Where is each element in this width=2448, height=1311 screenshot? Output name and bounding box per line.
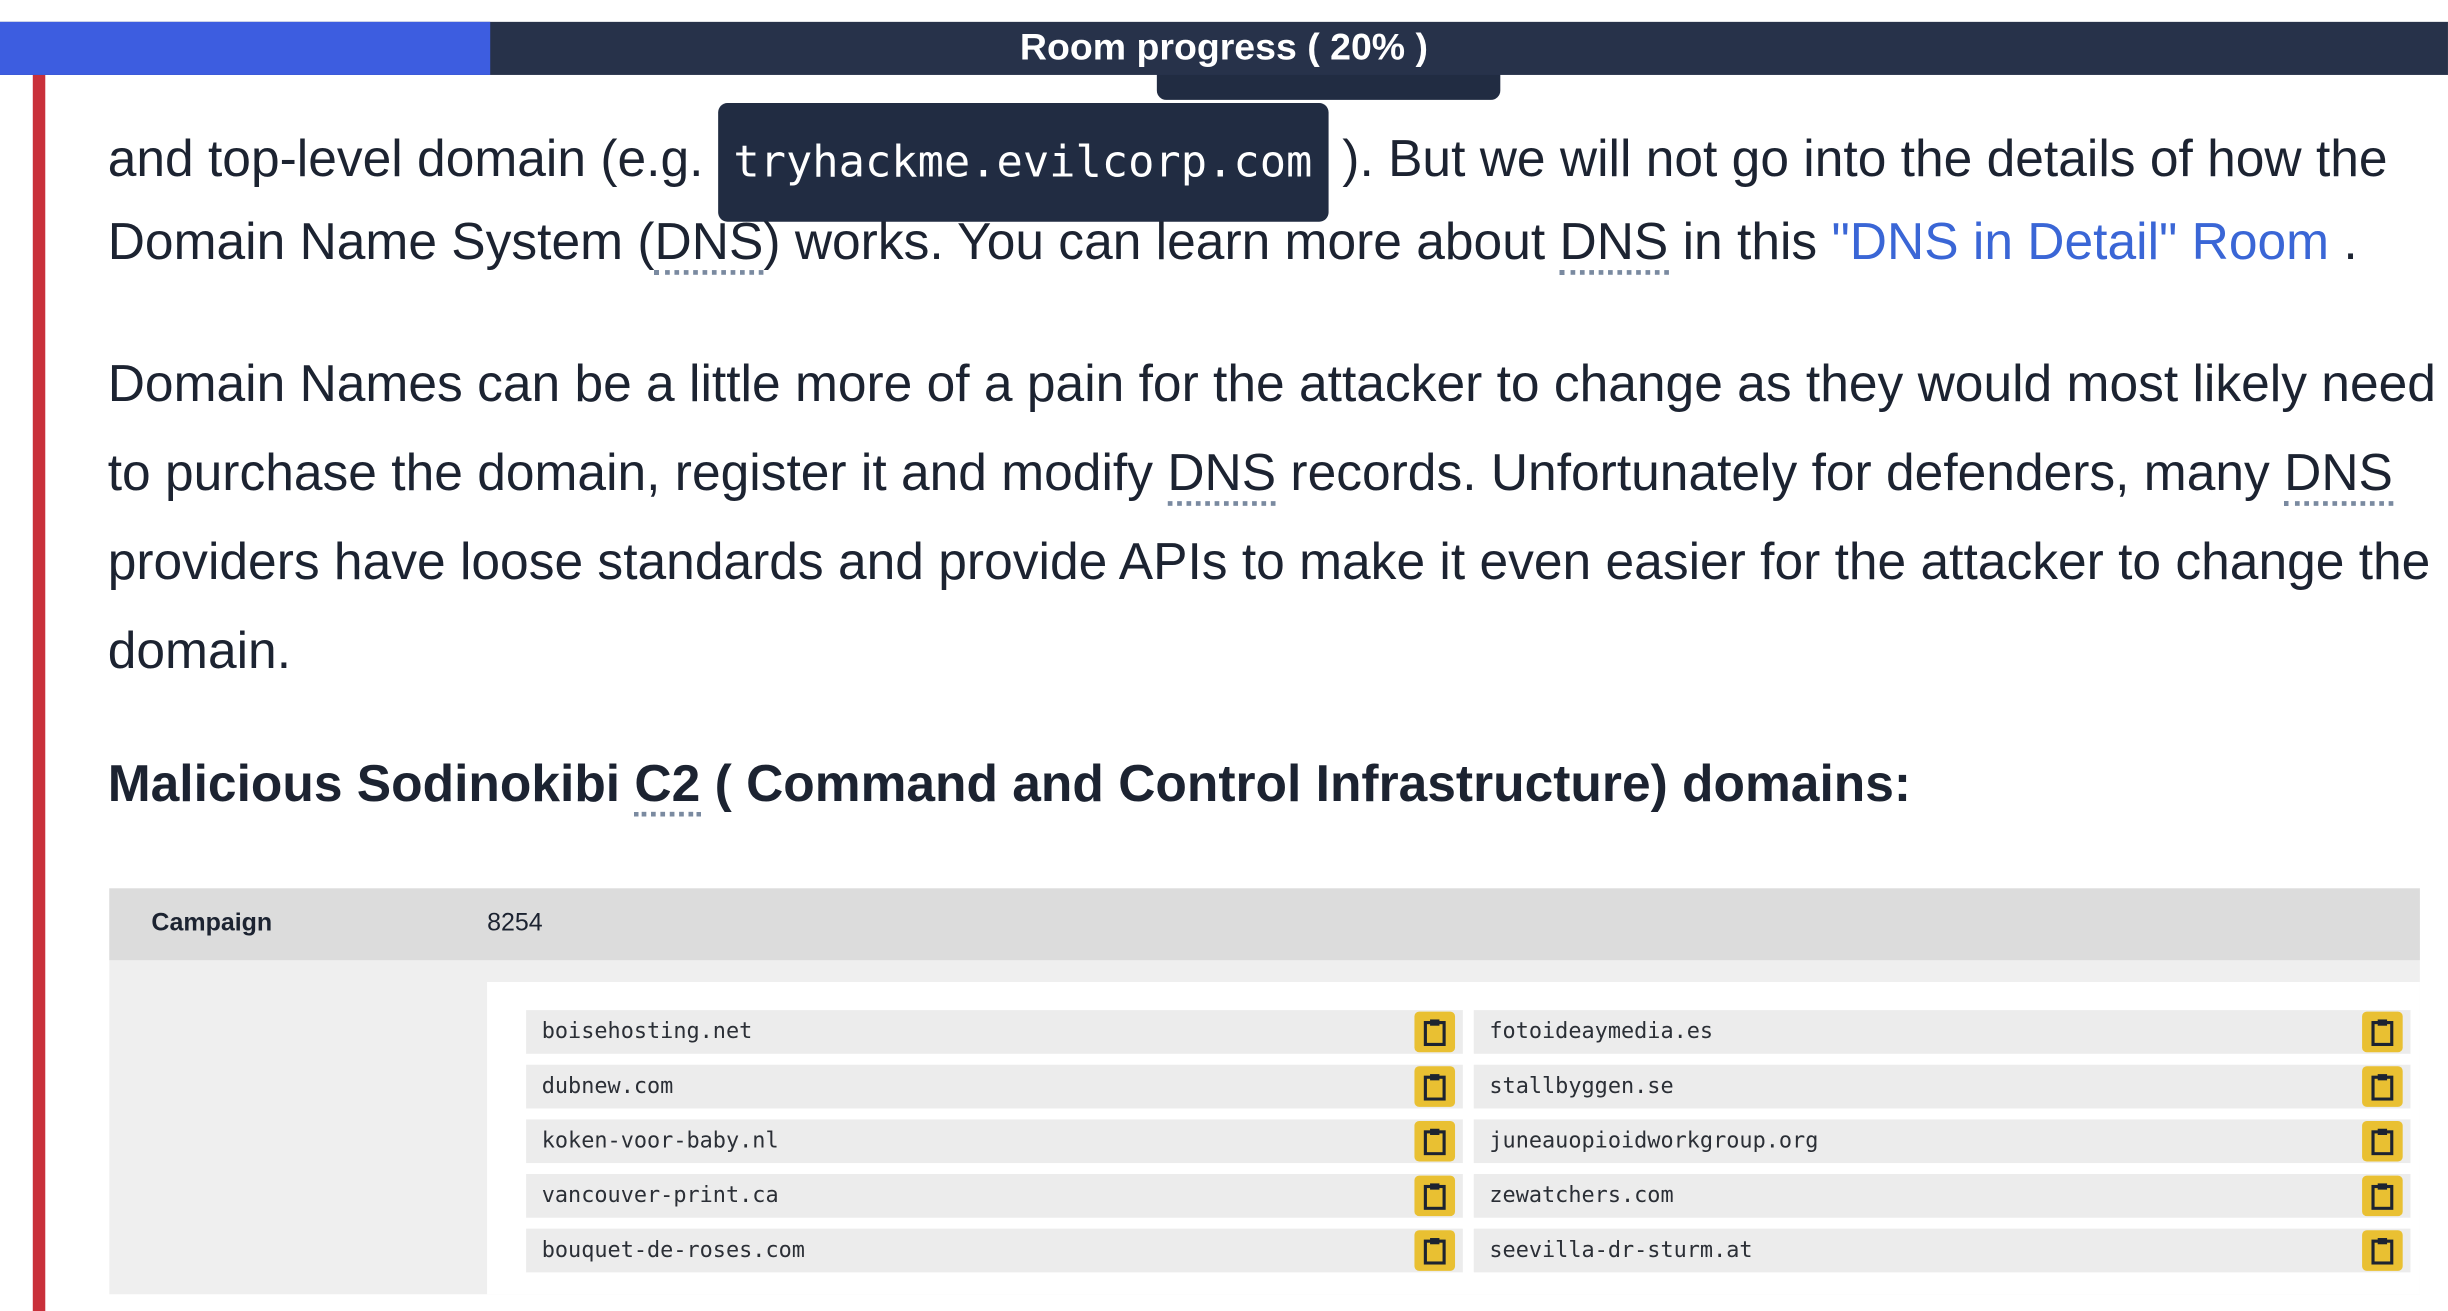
section-heading: Malicious Sodinokibi C2 ( Command and Co…: [107, 754, 1912, 817]
clipboard-icon[interactable]: [1414, 1120, 1456, 1162]
text: and top-level domain (e.g.: [107, 129, 718, 187]
clipboard-icon[interactable]: [1414, 1175, 1456, 1217]
domain-row: stallbyggen.se: [1473, 1064, 2411, 1109]
text: in this: [1668, 212, 1832, 271]
domain-row: koken-voor-baby.nl: [526, 1119, 1463, 1164]
paragraph-2-line-3: providers have loose standards and provi…: [107, 532, 2431, 591]
domain-list: boisehosting.net fotoideaymedia.es dubne…: [487, 981, 2420, 1295]
abbr-dns: DNS: [654, 212, 763, 275]
domain-row: fotoideaymedia.es: [1473, 1010, 2411, 1054]
clipboard-icon[interactable]: [2362, 1175, 2403, 1217]
domain-text: seevilla-dr-sturm.at: [1489, 1238, 1753, 1264]
clipboard-icon[interactable]: [1414, 1011, 1456, 1053]
domain-text: dubnew.com: [541, 1074, 674, 1100]
abbr-dns: DNS: [2284, 443, 2393, 506]
paragraph-2-line-1: Domain Names can be a little more of a p…: [107, 354, 2436, 413]
domain-row: zewatchers.com: [1473, 1174, 2411, 1218]
text: records. Unfortunately for defenders, ma…: [1276, 443, 2285, 502]
paragraph-1-line-2: Domain Name System (DNS) works. You can …: [108, 195, 2358, 289]
domain-text: fotoideaymedia.es: [1489, 1019, 1714, 1045]
text: .: [2329, 212, 2358, 271]
clipboard-icon[interactable]: [2362, 1011, 2403, 1053]
domain-text: koken-voor-baby.nl: [541, 1128, 779, 1154]
campaign-row: Campaign 8254: [109, 888, 2420, 961]
campaign-key: Campaign: [151, 910, 273, 937]
paragraph-2-line-2: to purchase the domain, register it and …: [108, 428, 2419, 517]
progress-label: Room progress ( 20% ): [1019, 26, 1429, 69]
domain-row: boisehosting.net: [526, 1010, 1463, 1054]
domain-text: bouquet-de-roses.com: [541, 1238, 805, 1264]
text: ( Command and Control Infrastructure) do…: [700, 754, 1912, 812]
text: ). But we will not go into the details o…: [1327, 129, 2388, 187]
campaign-value: 8254: [487, 910, 543, 937]
abbr-dns: DNS: [1167, 443, 1277, 506]
domain-text: juneauopioidworkgroup.org: [1489, 1128, 1819, 1154]
clipboard-icon[interactable]: [2362, 1120, 2403, 1162]
clipboard-icon[interactable]: [2362, 1230, 2403, 1271]
campaign-table: Campaign 8254 boisehosting.net fotoideay…: [109, 888, 2420, 1295]
domain-row: juneauopioidworkgroup.org: [1473, 1119, 2411, 1164]
abbr-dns: DNS: [1559, 212, 1669, 275]
clipboard-icon[interactable]: [2362, 1066, 2403, 1107]
domain-text: stallbyggen.se: [1489, 1074, 1674, 1100]
domain-row: vancouver-print.ca: [526, 1174, 1463, 1218]
text: Malicious Sodinokibi: [107, 754, 635, 812]
paragraph-2: Domain Names can be a little more of a p…: [107, 339, 2436, 695]
domain-text: zewatchers.com: [1489, 1183, 1674, 1209]
room-progress-bar: Room progress ( 20% ): [0, 21, 2448, 75]
domain-text: vancouver-print.ca: [541, 1183, 779, 1209]
text: to purchase the domain, register it and …: [107, 443, 1168, 502]
domain-row: dubnew.com: [526, 1064, 1463, 1109]
text: ) works. You can learn more about: [763, 212, 1560, 271]
domain-row: bouquet-de-roses.com: [526, 1228, 1463, 1273]
clipboard-icon[interactable]: [1414, 1230, 1456, 1271]
domain-row: seevilla-dr-sturm.at: [1473, 1228, 2411, 1273]
text: Domain Name System (: [107, 212, 655, 271]
domain-text: boisehosting.net: [541, 1019, 753, 1045]
left-accent-rule: [32, 62, 46, 1311]
dns-in-detail-link[interactable]: "DNS in Detail" Room: [1832, 212, 2330, 270]
paragraph-2-line-4: domain.: [107, 621, 292, 680]
abbr-c2: C2: [634, 754, 701, 817]
clipboard-icon[interactable]: [1414, 1066, 1456, 1107]
